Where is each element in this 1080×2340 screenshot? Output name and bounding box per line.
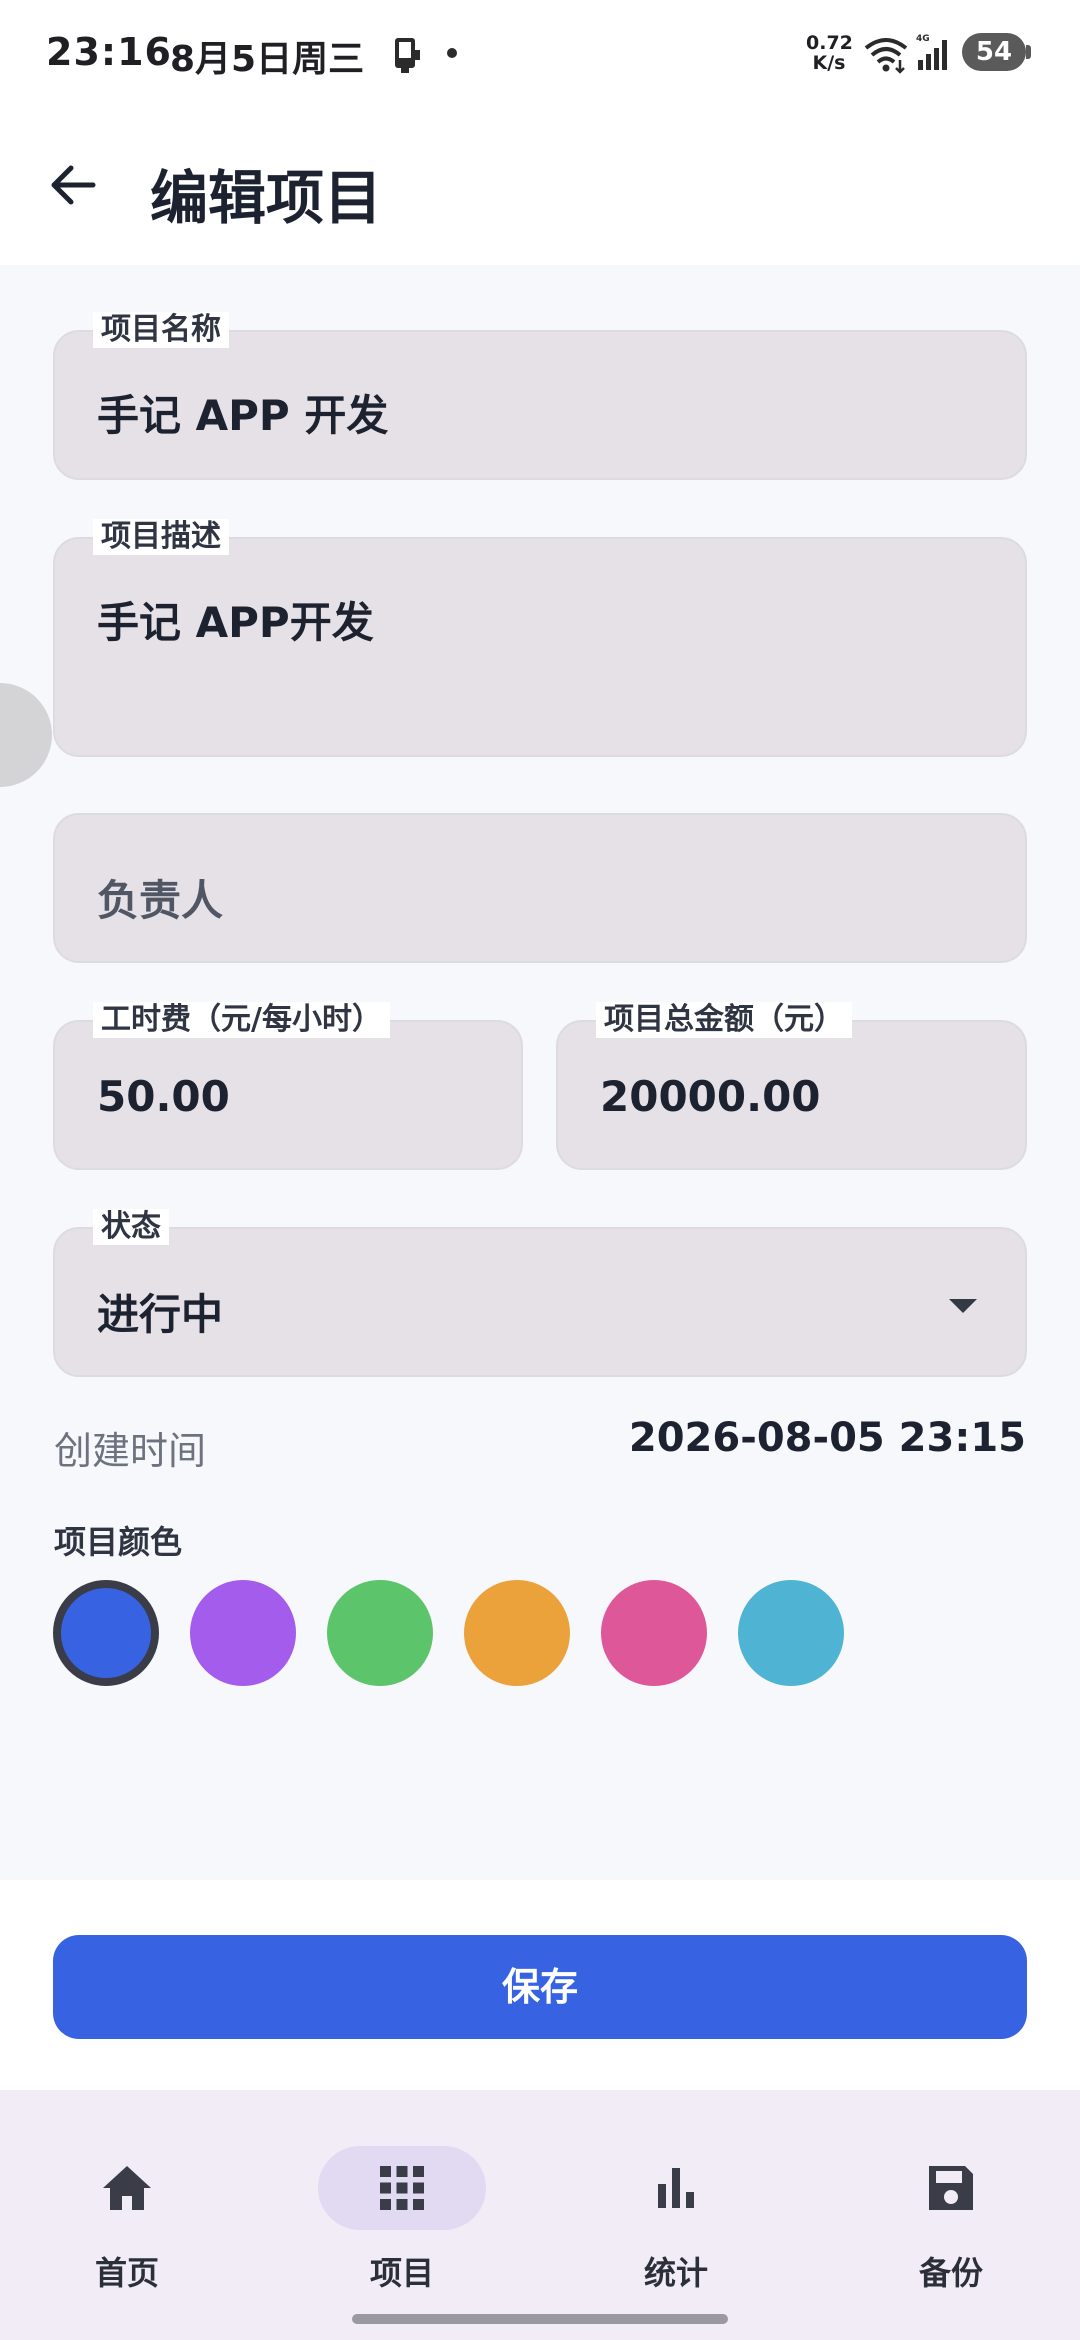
color-swatch-0[interactable] xyxy=(53,1580,159,1686)
status-value: 进行中 xyxy=(97,1290,224,1339)
project-description-label: 项目描述 xyxy=(93,519,229,555)
project-color-label: 项目颜色 xyxy=(54,1523,183,1561)
color-swatch-2[interactable] xyxy=(327,1580,433,1686)
save-button[interactable]: 保存 xyxy=(53,1935,1027,2039)
status-bar: 23:16 8月5日周三 0.72 K/s 4G 54 xyxy=(0,0,1080,105)
hourly-rate-value: 50.00 xyxy=(97,1072,230,1121)
nav-label-home: 首页 xyxy=(94,2254,159,2292)
screen: 23:16 8月5日周三 0.72 K/s 4G 54 编辑项目 项目名称 手记… xyxy=(0,0,1080,2340)
arrow-left-icon xyxy=(51,165,96,205)
phone-app-icon xyxy=(395,38,420,73)
status-dropdown[interactable]: 状态 进行中 xyxy=(53,1209,1027,1377)
total-amount-value: 20000.00 xyxy=(600,1072,821,1121)
project-description-field[interactable]: 项目描述 手记 APP开发 xyxy=(53,519,1027,757)
status-label: 状态 xyxy=(93,1209,169,1245)
project-name-field[interactable]: 项目名称 手记 APP 开发 xyxy=(53,312,1027,480)
network-speed-unit: K/s xyxy=(812,52,846,74)
hourly-rate-label: 工时费（元/每小时） xyxy=(93,1002,390,1038)
bar-chart-icon xyxy=(658,2168,694,2208)
signal-type-label: 4G xyxy=(916,34,930,44)
nav-label-projects: 项目 xyxy=(369,2254,434,2292)
status-time: 23:16 xyxy=(46,30,172,74)
network-speed-value: 0.72 xyxy=(806,32,853,54)
network-speed: 0.72 K/s xyxy=(806,32,853,74)
owner-placeholder: 负责人 xyxy=(97,876,224,925)
project-name-label: 项目名称 xyxy=(93,312,229,348)
battery-indicator: 54 xyxy=(962,33,1031,71)
dropdown-arrow-icon xyxy=(949,1299,977,1313)
home-icon xyxy=(103,2166,151,2210)
grid-icon xyxy=(380,2166,424,2210)
nav-item-stats[interactable]: 统计 xyxy=(572,2118,772,2292)
nav-item-backup[interactable]: 备份 xyxy=(847,2118,1047,2292)
wifi-icon xyxy=(864,38,908,74)
project-name-value: 手记 APP 开发 xyxy=(97,391,389,440)
bottom-navigation: 首页 项目 统计 备份 xyxy=(0,2090,1080,2340)
page-title: 编辑项目 xyxy=(150,164,383,232)
total-amount-label: 项目总金额（元） xyxy=(596,1002,852,1038)
form-content: 项目名称 手记 APP 开发 项目描述 手记 APP开发 负责人 工时费（元/每… xyxy=(0,265,1080,1880)
nav-label-backup: 备份 xyxy=(918,2254,983,2292)
home-indicator[interactable] xyxy=(352,2314,728,2324)
status-date: 8月5日周三 xyxy=(170,39,365,80)
save-area: 保存 xyxy=(0,1880,1080,2090)
total-amount-field[interactable]: 项目总金额（元） 20000.00 xyxy=(556,1002,1027,1170)
cell-signal-icon: 4G xyxy=(916,34,947,70)
color-swatch-5[interactable] xyxy=(738,1580,844,1686)
back-button[interactable] xyxy=(38,150,108,220)
nav-item-home[interactable]: 首页 xyxy=(23,2118,223,2292)
save-icon xyxy=(929,2166,973,2210)
owner-field[interactable]: 负责人 xyxy=(53,813,1027,963)
app-bar: 编辑项目 xyxy=(0,105,1080,265)
color-swatch-3[interactable] xyxy=(464,1580,570,1686)
nav-item-projects[interactable]: 项目 xyxy=(298,2118,498,2292)
notification-dot-icon xyxy=(447,48,457,58)
color-swatch-1[interactable] xyxy=(190,1580,296,1686)
hourly-rate-field[interactable]: 工时费（元/每小时） 50.00 xyxy=(53,1002,523,1170)
created-time-label: 创建时间 xyxy=(54,1429,207,1473)
project-description-value: 手记 APP开发 xyxy=(97,598,374,647)
nav-label-stats: 统计 xyxy=(643,2254,708,2292)
color-swatch-4[interactable] xyxy=(601,1580,707,1686)
created-time-value: 2026-08-05 23:15 xyxy=(628,1415,1026,1461)
